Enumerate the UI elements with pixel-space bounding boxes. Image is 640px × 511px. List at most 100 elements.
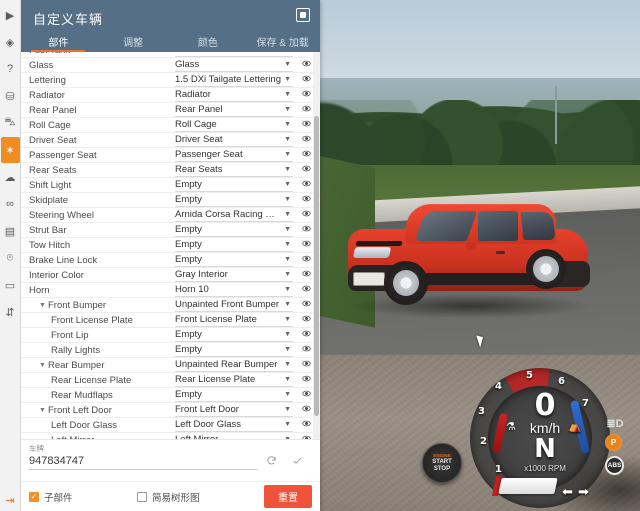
license-plate-input[interactable] (29, 454, 258, 470)
eye-icon[interactable] (299, 209, 313, 221)
part-value-dropdown[interactable]: Empty ▼ (175, 389, 293, 402)
part-row[interactable]: Shift Light Empty ▼ (21, 178, 313, 193)
panel-tabs[interactable]: 部件 调整 颜色 保存 & 加载 (21, 32, 320, 52)
sliders-icon[interactable]: ⇵ (1, 299, 20, 325)
chevron-down-icon[interactable]: ▼ (284, 61, 291, 68)
chevron-down-icon[interactable]: ▼ (284, 166, 291, 173)
window-icon[interactable]: ▭ (1, 272, 20, 298)
layers-icon[interactable]: ◈ (1, 29, 20, 55)
part-row[interactable]: Rear Seats Rear Seats ▼ (21, 163, 313, 178)
chevron-down-icon[interactable]: ▼ (284, 91, 291, 98)
infinity-icon[interactable]: ∞ (1, 191, 20, 217)
part-value-dropdown[interactable]: Rear License Plate ▼ (175, 374, 293, 387)
part-row[interactable]: Left Door Glass Left Door Glass ▼ (21, 418, 313, 433)
refresh-icon[interactable] (258, 455, 284, 469)
eye-icon[interactable] (299, 179, 313, 191)
eye-icon[interactable] (299, 299, 313, 311)
part-value-dropdown[interactable]: Radiator ▼ (175, 89, 293, 102)
chevron-down-icon[interactable]: ▼ (284, 271, 291, 278)
chevron-down-icon[interactable]: ▼ (284, 301, 291, 308)
chevron-down-icon[interactable]: ▼ (39, 302, 46, 309)
chevron-down-icon[interactable]: ▼ (284, 181, 291, 188)
briefcase-icon[interactable]: ⛁ (1, 83, 20, 109)
part-row[interactable]: Rear Mudflaps Empty ▼ (21, 388, 313, 403)
eye-icon[interactable] (299, 329, 313, 341)
left-icon-rail[interactable]: ▶ ◈? ⛁ ⛍ ✶ ☁ ∞ ▤ ⌾ ▭ ⇵ ⇥ (0, 0, 21, 511)
part-value-dropdown[interactable]: Front License Plate ▼ (175, 314, 293, 327)
chevron-down-icon[interactable]: ▼ (284, 391, 291, 398)
part-row[interactable]: Glass Glass ▼ (21, 58, 313, 73)
camera-icon[interactable]: ⌾ (1, 245, 20, 271)
eye-icon[interactable] (299, 74, 313, 86)
part-value-dropdown[interactable]: Horn 10 ▼ (175, 284, 293, 297)
part-row[interactable]: ▼ Front Left Door Front Left Door ▼ (21, 403, 313, 418)
eye-icon[interactable] (299, 239, 313, 251)
part-value-dropdown[interactable]: Passenger Seat ▼ (175, 149, 293, 162)
subparts-checkbox-box[interactable]: ✓ (29, 491, 39, 502)
part-value-dropdown[interactable]: Left Door Glass ▼ (175, 419, 293, 432)
chevron-down-icon[interactable]: ▼ (284, 52, 291, 53)
part-value-dropdown[interactable]: Unpainted Rear Bumper ▼ (175, 359, 293, 372)
eye-icon[interactable] (299, 314, 313, 326)
scrollbar-thumb[interactable] (314, 116, 319, 416)
part-row[interactable]: Rally Lights Empty ▼ (21, 343, 313, 358)
part-value-dropdown[interactable]: Empty ▼ (175, 194, 293, 207)
part-row[interactable]: Steering Wheel Arnida Corsa Racing Wheel ▼ (21, 208, 313, 223)
part-row[interactable]: Driver Seat Driver Seat ▼ (21, 133, 313, 148)
part-row[interactable]: Front License Plate Front License Plate ▼ (21, 313, 313, 328)
eye-icon[interactable] (299, 194, 313, 206)
chevron-down-icon[interactable]: ▼ (284, 226, 291, 233)
part-row[interactable]: Passenger Seat Passenger Seat ▼ (21, 148, 313, 163)
simple-tree-checkbox[interactable]: 简易树形图 (137, 490, 200, 504)
car-icon[interactable]: ⛍ (1, 110, 20, 136)
chevron-down-icon[interactable]: ▼ (284, 361, 291, 368)
part-value-dropdown[interactable]: Arnida Corsa Racing Wheel ▼ (175, 209, 293, 222)
part-row[interactable]: Tow Hitch Empty ▼ (21, 238, 313, 253)
part-value-dropdown[interactable]: Rear Seats ▼ (175, 164, 293, 177)
part-row[interactable]: Brake Line Lock Empty ▼ (21, 253, 313, 268)
play-icon[interactable]: ▶ (1, 2, 20, 28)
parts-icon[interactable]: ✶ (0, 137, 20, 163)
reset-button[interactable]: 重置 (264, 485, 312, 508)
part-value-dropdown[interactable]: Front Left Door ▼ (175, 404, 293, 417)
part-row[interactable]: Rear License Plate Rear License Plate ▼ (21, 373, 313, 388)
eye-icon[interactable] (299, 359, 313, 371)
part-row[interactable]: Rear Panel Rear Panel ▼ (21, 103, 313, 118)
eye-icon[interactable] (299, 419, 313, 431)
chevron-down-icon[interactable]: ▼ (284, 76, 291, 83)
part-value-dropdown[interactable]: Empty ▼ (175, 179, 293, 192)
eye-icon[interactable] (299, 134, 313, 146)
eye-icon[interactable] (299, 59, 313, 71)
tab-2[interactable]: 颜色 (171, 34, 246, 52)
cloud-icon[interactable]: ☁ (1, 164, 20, 190)
chevron-down-icon[interactable]: ▼ (284, 151, 291, 158)
help-icon[interactable]: ? (1, 56, 20, 82)
eye-icon[interactable] (299, 89, 313, 101)
simple-tree-checkbox-box[interactable] (137, 491, 147, 502)
tab-1[interactable]: 调整 (96, 34, 171, 52)
tab-0[interactable]: 部件 (21, 34, 96, 52)
part-value-dropdown[interactable]: Glass ▼ (175, 59, 293, 72)
chevron-down-icon[interactable]: ▼ (284, 106, 291, 113)
eye-icon[interactable] (299, 344, 313, 356)
eye-icon[interactable] (299, 149, 313, 161)
chevron-down-icon[interactable]: ▼ (284, 316, 291, 323)
chevron-down-icon[interactable]: ▼ (284, 421, 291, 428)
chevron-down-icon[interactable]: ▼ (39, 407, 46, 414)
eye-icon[interactable] (299, 164, 313, 176)
chevron-down-icon[interactable]: ▼ (284, 406, 291, 413)
eye-icon[interactable] (299, 52, 313, 56)
chevron-down-icon[interactable]: ▼ (284, 211, 291, 218)
check-icon[interactable] (284, 455, 310, 469)
part-value-dropdown[interactable]: Empty ▼ (175, 344, 293, 357)
part-value-dropdown[interactable]: Driver Seat ▼ (175, 134, 293, 147)
parts-list[interactable]: Fuel Tank Fuel Tank ▼ Glass Glass ▼ Lettering 1… (21, 52, 313, 439)
eye-icon[interactable] (299, 374, 313, 386)
chevron-down-icon[interactable]: ▼ (284, 136, 291, 143)
chevron-down-icon[interactable]: ▼ (284, 196, 291, 203)
part-row[interactable]: Interior Color Gray Interior ▼ (21, 268, 313, 283)
part-value-dropdown[interactable]: Empty ▼ (175, 224, 293, 237)
part-value-dropdown[interactable]: Gray Interior ▼ (175, 269, 293, 282)
exit-icon[interactable]: ⇥ (1, 489, 20, 511)
eye-icon[interactable] (299, 269, 313, 281)
